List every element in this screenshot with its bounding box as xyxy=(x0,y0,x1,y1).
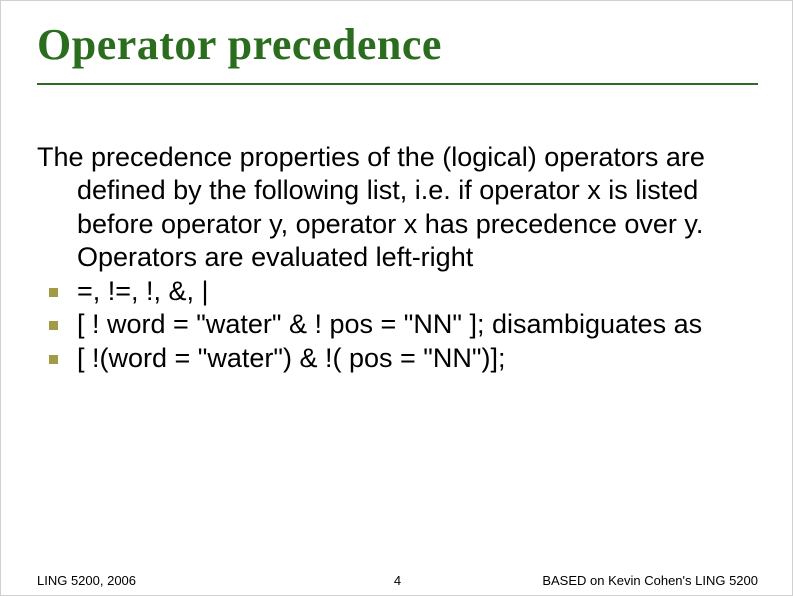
footer-right: BASED on Kevin Cohen's LING 5200 xyxy=(542,573,758,588)
slide-body: The precedence properties of the (logica… xyxy=(37,141,749,375)
intro-text: The precedence properties of the (logica… xyxy=(37,141,749,275)
bullet-text: [ ! word = "water" & ! pos = "NN" ]; dis… xyxy=(77,309,702,339)
slide: Operator precedence The precedence prope… xyxy=(0,0,793,596)
bullet-square-icon xyxy=(49,355,58,364)
title-underline xyxy=(37,83,758,85)
list-item: =, !=, !, &, | xyxy=(37,275,749,308)
bullet-square-icon xyxy=(49,321,58,330)
bullet-list: =, !=, !, &, | [ ! word = "water" & ! po… xyxy=(37,275,749,375)
bullet-text: =, !=, !, &, | xyxy=(77,276,209,306)
bullet-square-icon xyxy=(49,288,58,297)
slide-title: Operator precedence xyxy=(37,19,442,70)
bullet-text: [ !(word = "water") & !( pos = "NN")]; xyxy=(77,343,505,373)
list-item: [ ! word = "water" & ! pos = "NN" ]; dis… xyxy=(37,308,749,341)
list-item: [ !(word = "water") & !( pos = "NN")]; xyxy=(37,342,749,375)
